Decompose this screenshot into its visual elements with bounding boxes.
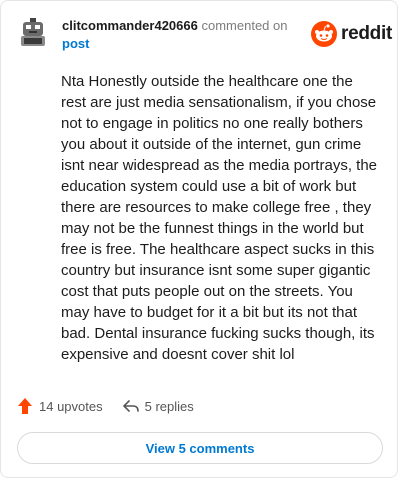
username[interactable]: clitcommander420666	[62, 18, 198, 33]
comment-body: Nta Honestly outside the healthcare one …	[61, 73, 378, 363]
upvote-count: 14 upvotes	[39, 398, 103, 414]
post-link[interactable]: post	[62, 36, 89, 51]
upvote-arrow-icon[interactable]	[17, 397, 33, 415]
avatar[interactable]	[20, 18, 46, 48]
reply-arrow-icon[interactable]	[122, 398, 139, 414]
comment-header: clitcommander420666 commented on post	[62, 17, 302, 53]
comment-footer: 14 upvotes 5 replies	[17, 397, 194, 415]
view-comments-button[interactable]: View 5 comments	[17, 432, 383, 464]
reddit-alien-icon	[311, 21, 337, 47]
comment-card: clitcommander420666 commented on post re…	[0, 0, 398, 478]
action-text: commented on	[201, 18, 288, 33]
reply-count: 5 replies	[144, 398, 194, 414]
reddit-wordmark: reddit	[341, 23, 392, 44]
reddit-logo[interactable]: reddit	[311, 21, 392, 47]
